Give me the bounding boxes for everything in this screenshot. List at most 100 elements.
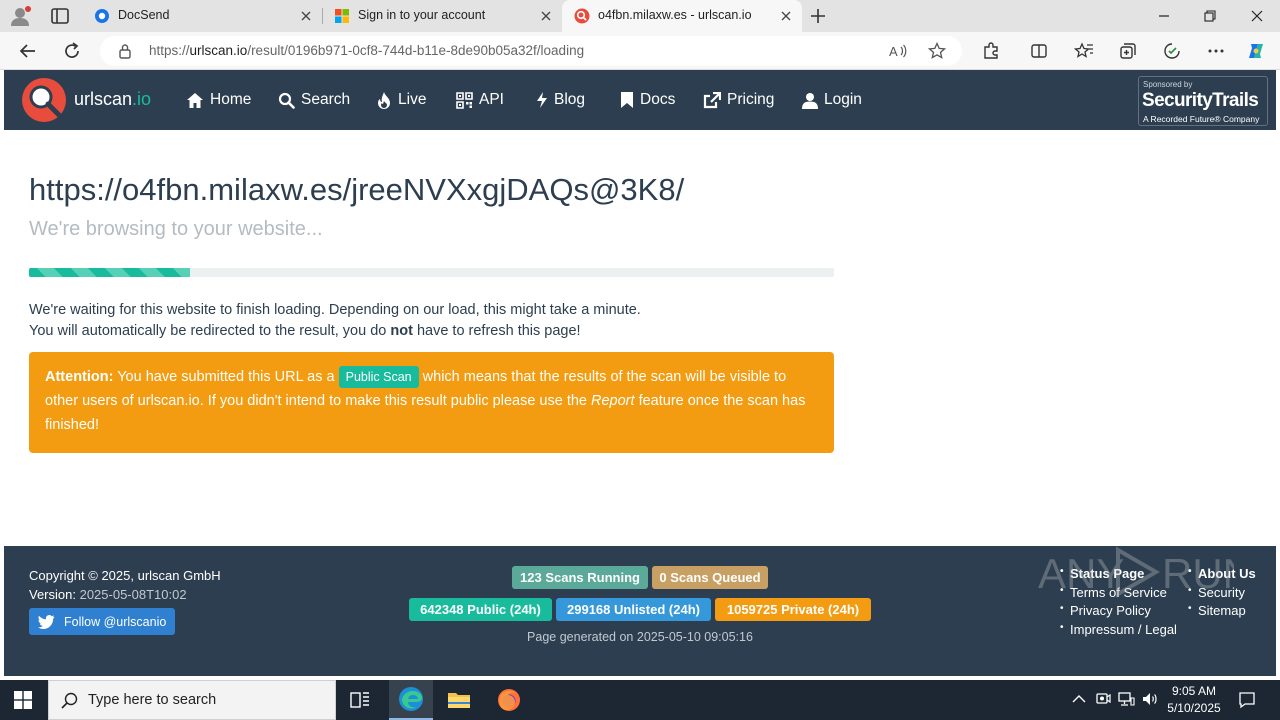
collections-icon[interactable]: [1118, 41, 1138, 61]
back-arrow-icon[interactable]: [18, 41, 38, 61]
footer-link-privacy[interactable]: Privacy Policy: [1060, 603, 1151, 618]
taskbar-clock[interactable]: 9:05 AM 5/10/2025: [1162, 683, 1226, 717]
clock-time: 9:05 AM: [1171, 684, 1217, 698]
tab-docsend[interactable]: DocSend: [82, 0, 322, 32]
windows-start-icon[interactable]: [14, 691, 32, 709]
close-tab-icon[interactable]: [778, 8, 794, 24]
footer-link-about[interactable]: About Us: [1188, 566, 1256, 581]
unlisted-scans-badge: 299168 Unlisted (24h): [556, 598, 711, 621]
nav-blog[interactable]: Blog: [536, 88, 585, 112]
site-footer: Copyright © 2025, urlscan GmbH Version: …: [4, 546, 1276, 676]
close-tab-icon[interactable]: [538, 8, 554, 24]
address-url[interactable]: https://urlscan.io/result/0196b971-0cf8-…: [149, 43, 584, 58]
footer-link-security[interactable]: Security: [1188, 585, 1245, 600]
edge-browser-icon: [399, 687, 423, 711]
search-icon: [278, 92, 295, 109]
firefox-icon: [498, 689, 520, 711]
external-link-icon: [703, 91, 721, 108]
address-bar[interactable]: https://urlscan.io/result/0196b971-0cf8-…: [100, 36, 962, 66]
copilot-icon[interactable]: [1246, 41, 1266, 61]
info-line-2: You will automatically be redirected to …: [29, 323, 581, 339]
taskbar-file-explorer[interactable]: [437, 680, 481, 720]
sponsor-banner[interactable]: Sponsored by SecurityTrails A Recorded F…: [1138, 76, 1268, 126]
version-text: Version: 2025-05-08T10:02: [29, 587, 187, 602]
svg-text:A: A: [889, 44, 898, 59]
nav-pricing[interactable]: Pricing: [703, 88, 774, 112]
more-options-icon[interactable]: [1206, 41, 1226, 61]
read-aloud-icon[interactable]: A: [888, 42, 908, 60]
tab-title: o4fbn.milaxw.es - urlscan.io: [598, 8, 752, 22]
webpage: urlscan.io Home Search Live API Blog Doc…: [4, 70, 1276, 676]
footer-link-sitemap[interactable]: Sitemap: [1188, 603, 1246, 618]
new-tab-plus-icon[interactable]: [808, 6, 828, 26]
taskbar-edge[interactable]: [389, 680, 433, 720]
windows-taskbar: Type here to search 9:05 AM 5/10/2025: [0, 680, 1280, 720]
urlscan-logo-icon[interactable]: [22, 78, 66, 122]
sponsor-label: Sponsored by: [1143, 80, 1193, 89]
loading-info: We're waiting for this website to finish…: [29, 300, 641, 342]
lightning-bolt-icon: [537, 92, 547, 108]
tab-actions-icon[interactable]: [50, 7, 70, 25]
search-icon: [61, 692, 78, 709]
public-scans-badge: 642348 Public (24h): [409, 598, 552, 621]
site-navbar: urlscan.io Home Search Live API Blog Doc…: [4, 70, 1276, 130]
profile-avatar-icon[interactable]: [10, 6, 32, 26]
loading-progress-bar: [29, 268, 834, 277]
browser-toolbar: https://urlscan.io/result/0196b971-0cf8-…: [0, 32, 1280, 70]
favorites-icon[interactable]: [1074, 41, 1094, 61]
task-view-icon: [350, 692, 369, 708]
task-view-button[interactable]: [338, 680, 382, 720]
loading-subtitle: We're browsing to your website...: [29, 218, 323, 240]
tab-title: DocSend: [118, 8, 170, 22]
docsend-favicon-icon: [95, 9, 109, 23]
network-icon[interactable]: [1117, 690, 1135, 708]
twitter-bird-icon: [38, 614, 55, 629]
home-icon: [187, 92, 203, 108]
meet-now-icon[interactable]: [1094, 690, 1112, 708]
microsoft-favicon-icon: [335, 9, 349, 23]
info-line-1: We're waiting for this website to finish…: [29, 302, 641, 318]
nav-search[interactable]: Search: [278, 88, 350, 112]
volume-icon[interactable]: [1141, 690, 1159, 708]
private-scans-badge: 1059725 Private (24h): [715, 598, 871, 621]
footer-link-terms[interactable]: Terms of Service: [1060, 585, 1167, 600]
lock-icon[interactable]: [118, 43, 132, 59]
qrcode-icon: [456, 91, 473, 109]
favorite-star-icon[interactable]: [928, 42, 946, 60]
taskbar-firefox[interactable]: [487, 680, 531, 720]
close-window-icon[interactable]: [1247, 6, 1267, 26]
user-icon: [802, 92, 818, 109]
copyright-text: Copyright © 2025, urlscan GmbH: [29, 568, 221, 583]
tab-sign-in[interactable]: Sign in to your account: [322, 0, 562, 32]
browser-essentials-icon[interactable]: [1162, 41, 1182, 61]
bookmark-icon: [621, 92, 633, 108]
search-placeholder: Type here to search: [88, 692, 217, 708]
scans-queued-badge: 0 Scans Queued: [652, 566, 768, 589]
close-tab-icon[interactable]: [298, 8, 314, 24]
extensions-icon[interactable]: [981, 41, 1001, 61]
split-screen-icon[interactable]: [1029, 41, 1049, 61]
nav-live[interactable]: Live: [376, 88, 426, 112]
footer-link-status-page[interactable]: Status Page: [1060, 566, 1144, 581]
site-logo-text[interactable]: urlscan.io: [74, 89, 151, 110]
public-scan-alert: Attention: You have submitted this URL a…: [29, 352, 834, 453]
progress-fill: [29, 268, 190, 277]
notifications-icon[interactable]: [1237, 690, 1257, 710]
tab-title: Sign in to your account: [358, 8, 486, 22]
taskbar-search-box[interactable]: Type here to search: [48, 680, 336, 720]
browser-tab-strip: DocSend Sign in to your account o4fbn.mi…: [0, 0, 1280, 32]
fire-icon: [378, 92, 390, 109]
sponsor-tagline: A Recorded Future® Company: [1143, 114, 1260, 124]
nav-home[interactable]: Home: [186, 88, 251, 112]
show-hidden-icons-chevron-icon[interactable]: [1070, 690, 1088, 708]
tab-urlscan[interactable]: o4fbn.milaxw.es - urlscan.io: [562, 0, 802, 32]
urlscan-favicon-icon: [574, 8, 590, 24]
restore-window-icon[interactable]: [1200, 6, 1220, 26]
minimize-window-icon[interactable]: [1154, 6, 1174, 26]
refresh-icon[interactable]: [62, 41, 82, 61]
nav-docs[interactable]: Docs: [620, 88, 675, 112]
footer-link-impressum[interactable]: Impressum / Legal: [1060, 622, 1177, 637]
nav-api[interactable]: API: [456, 88, 504, 112]
sponsor-name: SecurityTrails: [1142, 90, 1259, 111]
nav-login[interactable]: Login: [802, 88, 862, 112]
